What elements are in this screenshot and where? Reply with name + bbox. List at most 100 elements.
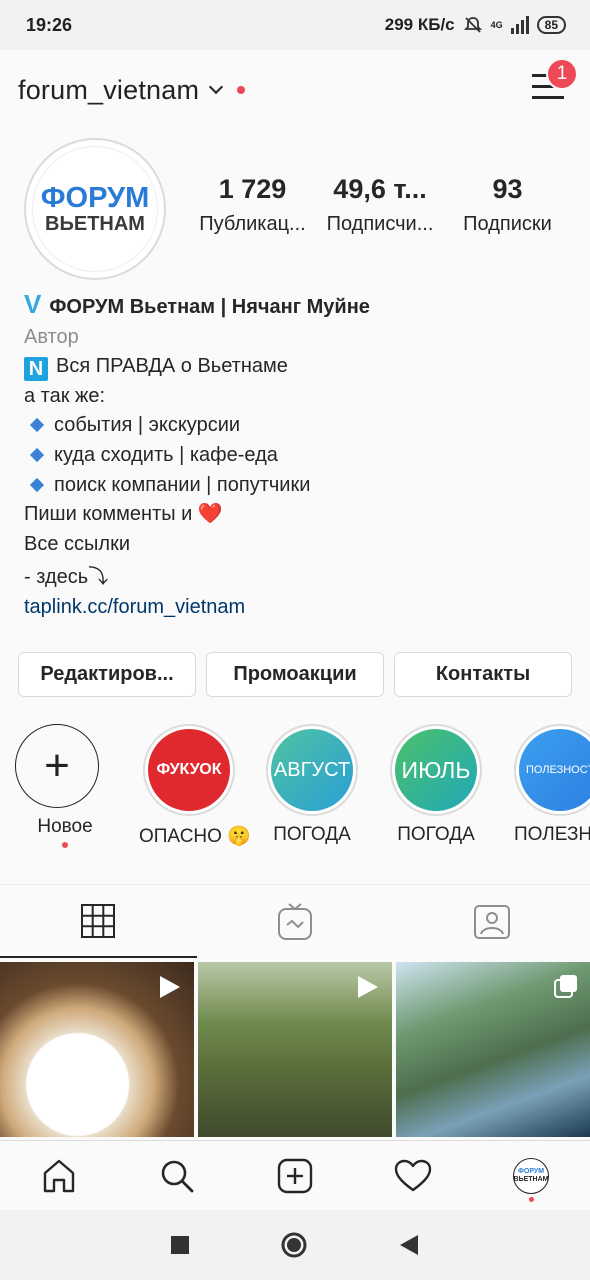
new-post-icon <box>277 1158 313 1193</box>
profile-mini-avatar: ФОРУМ ВЬЕТНАМ <box>513 1157 549 1194</box>
story-highlights: + Новое ФУКУОК ОПАСНО 🤫 АВГУСТ ПОГОДА ИЮ… <box>0 724 590 864</box>
highlight-label: ОПАСНО 🤫 <box>139 826 251 847</box>
new-dot <box>62 842 68 848</box>
bio-line: Все ссылки <box>24 532 130 555</box>
bio-bullet: куда сходить | кафе-еда <box>24 441 574 471</box>
back-icon[interactable] <box>398 1233 420 1257</box>
network-type: 4G <box>490 19 503 30</box>
home-button-icon[interactable] <box>280 1231 308 1259</box>
nav-new-post[interactable] <box>265 1146 325 1206</box>
profile-name: ФОРУМ Вьетнам | Нячанг Муйне <box>49 296 370 318</box>
status-right: 299 КБ/с 4G 85 <box>385 15 566 35</box>
bio-line: N Вся ПРАВДА о Вьетнаме <box>24 352 574 382</box>
recents-icon[interactable] <box>170 1235 190 1255</box>
bio-line: Пиши комменты и ❤️ <box>24 503 223 526</box>
highlight-label: ПОГОДА <box>273 824 351 845</box>
menu-button[interactable]: 1 <box>532 58 578 100</box>
highlight-ring: ИЮЛЬ <box>390 724 482 816</box>
bottom-nav: ФОРУМ ВЬЕТНАМ <box>0 1140 590 1210</box>
video-play-icon <box>358 976 378 998</box>
highlight-item[interactable]: ФУКУОК ОПАСНО 🤫 <box>139 724 251 848</box>
n-badge: N <box>24 357 48 382</box>
tagged-icon <box>473 904 510 939</box>
stat-label: Публикац... <box>199 213 306 235</box>
nav-profile[interactable]: ФОРУМ ВЬЕТНАМ <box>501 1146 561 1206</box>
battery-icon: 85 <box>536 16 566 34</box>
stat-number: 1 729 <box>218 174 287 204</box>
video-play-icon <box>160 976 180 998</box>
diamond-icon <box>29 477 45 492</box>
grid-icon <box>81 903 116 938</box>
highlight-new[interactable]: + Новое <box>15 724 115 848</box>
bio-line: - здесь⤵ <box>24 566 109 589</box>
bio-bullet-text: куда сходить | кафе-еда <box>54 443 278 466</box>
avatar-logo-line1: ФОРУМ <box>40 182 150 214</box>
highlight-item[interactable]: ИЮЛЬ ПОГОДА <box>386 724 486 846</box>
bio-bullet-text: поиск компании | попутчики <box>54 473 311 496</box>
unread-dot <box>237 86 246 94</box>
tab-grid[interactable] <box>0 885 197 958</box>
highlight-cover: АВГУСТ <box>271 729 353 811</box>
highlight-ring: ПОЛЕЗНОСТ <box>514 724 590 816</box>
status-time: 19:26 <box>26 14 73 35</box>
heart-icon <box>394 1159 432 1191</box>
stat-label: Подписчи... <box>326 213 434 235</box>
home-icon <box>43 1159 75 1192</box>
highlight-cover: ПОЛЕЗНОСТ <box>519 729 590 811</box>
stat-label: Подписки <box>463 213 552 235</box>
nav-search[interactable] <box>147 1146 207 1206</box>
promotions-button[interactable]: Промоакции <box>206 652 384 697</box>
profile-bio: V ФОРУМ Вьетнам | Нячанг Муйне Автор N Вся… <box>24 289 574 623</box>
profile-avatar[interactable]: ФОРУМ ВЬЕТНАМ <box>24 138 166 280</box>
highlight-ring: АВГУСТ <box>266 724 358 816</box>
bio-bullet: события | экскурсии <box>24 411 574 441</box>
highlight-item[interactable]: ПОЛЕЗНОСТ ПОЛЕЗН <box>510 724 590 846</box>
contacts-button[interactable]: Контакты <box>394 652 572 697</box>
bio-name-line: V ФОРУМ Вьетнам | Нячанг Муйне <box>24 289 574 323</box>
highlight-cover: ФУКУОК <box>148 729 230 811</box>
stat-following[interactable]: 93 Подписки <box>445 174 570 236</box>
v-badge: V <box>24 289 42 319</box>
edit-profile-button[interactable]: Редактиров... <box>18 652 196 697</box>
avatar-logo-line2: ВЬЕТНАМ <box>45 213 145 235</box>
posts-grid <box>0 962 590 1137</box>
plus-icon: + <box>15 724 99 808</box>
profile-dot <box>529 1196 534 1202</box>
avatar-logo: ФОРУМ ВЬЕТНАМ <box>32 146 158 272</box>
stat-followers[interactable]: 49,6 т... Подписчи... <box>318 174 443 236</box>
profile-stats: 1 729 Публикац... 49,6 т... Подписчи... … <box>190 174 570 236</box>
bio-link[interactable]: taplink.cc/forum_vietnam <box>24 593 574 623</box>
bio-line: а так же: <box>24 384 106 407</box>
notification-badge: 1 <box>546 58 578 90</box>
highlight-cover: ИЮЛЬ <box>395 729 477 811</box>
mini-avatar-line2: ВЬЕТНАМ <box>513 1175 549 1183</box>
post-thumbnail[interactable] <box>0 962 194 1137</box>
mute-icon <box>463 17 482 33</box>
post-thumbnail[interactable] <box>396 962 590 1137</box>
profile-tabs <box>0 884 590 958</box>
stat-posts[interactable]: 1 729 Публикац... <box>190 174 315 236</box>
profile-category: Автор <box>24 325 79 348</box>
nav-activity[interactable] <box>383 1146 443 1206</box>
chevron-down-icon[interactable] <box>209 79 224 95</box>
username[interactable]: forum_vietnam <box>18 75 199 106</box>
signal-icon <box>510 16 529 34</box>
mini-avatar-line1: ФОРУМ <box>517 1167 545 1175</box>
highlight-item[interactable]: АВГУСТ ПОГОДА <box>262 724 362 846</box>
highlight-label: ПОГОДА <box>397 824 475 845</box>
bio-bullet: поиск компании | попутчики <box>24 471 574 501</box>
stat-number: 49,6 т... <box>333 174 427 204</box>
igtv-icon <box>278 902 312 940</box>
stat-number: 93 <box>492 174 523 204</box>
profile-actions: Редактиров... Промоакции Контакты <box>18 652 572 697</box>
bio-line-text: Вся ПРАВДА о Вьетнаме <box>56 355 288 378</box>
highlight-label: Новое <box>37 816 93 837</box>
post-thumbnail[interactable] <box>198 962 392 1137</box>
nav-home[interactable] <box>29 1146 89 1206</box>
search-icon <box>161 1160 194 1192</box>
status-speed: 299 КБ/с <box>384 15 455 34</box>
tab-tagged[interactable] <box>393 885 590 958</box>
tab-igtv[interactable] <box>197 885 394 958</box>
bio-bullet-text: события | экскурсии <box>54 414 241 437</box>
diamond-icon <box>29 447 45 463</box>
